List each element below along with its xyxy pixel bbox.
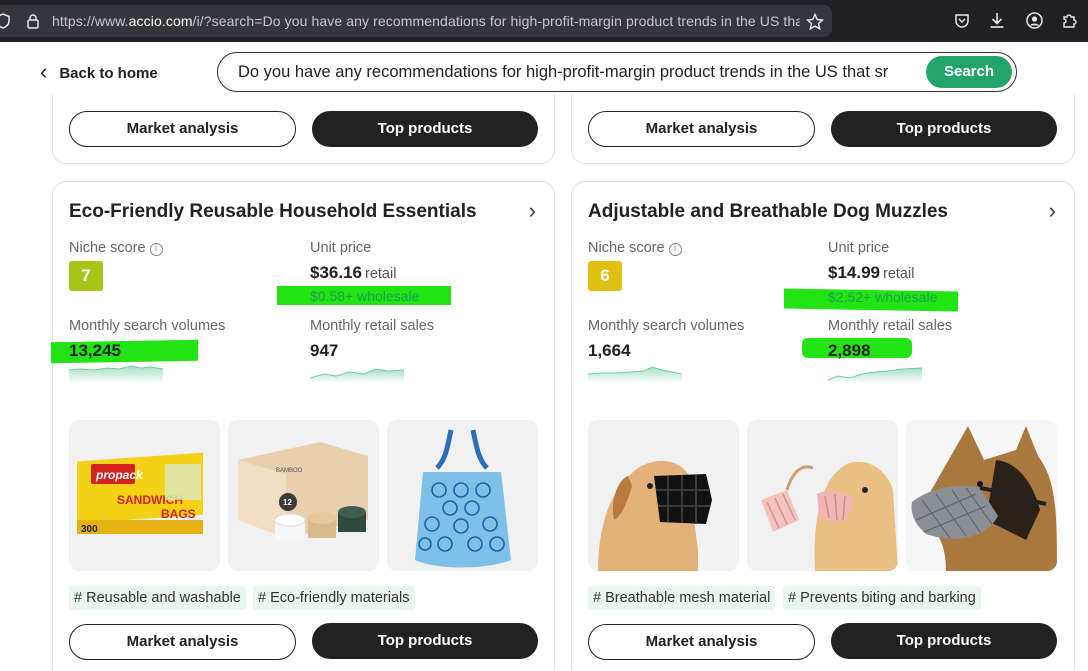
search-button[interactable]: Search [926,56,1012,88]
chevron-right-icon[interactable]: › [529,198,536,224]
retail-price: $36.16 retail [310,263,397,282]
svg-text:propack: propack [95,468,144,482]
browser-toolbar: https://www.accio.com/i/?search=Do you h… [0,0,1088,42]
download-icon[interactable] [989,12,1005,33]
tag-reusable[interactable]: # Reusable and washable [69,586,246,610]
product-image-pink-muzzle[interactable] [747,420,898,571]
product-image-toilet-paper[interactable]: BAMBOO 12 [228,420,379,571]
top-products-button[interactable]: Top products [312,111,538,147]
shield-icon[interactable] [0,13,10,33]
product-image-black-muzzle[interactable] [588,420,739,571]
product-image-sandwich-bags[interactable]: propack SANDWICH BAGS 300 [69,420,220,571]
search-volume-value: 1,664 [588,341,631,360]
back-to-home-link[interactable]: ‹ Back to home [40,58,158,85]
retail-sales-label: Monthly retail sales [310,318,435,334]
back-to-home-label: Back to home [59,64,158,82]
niche-score-badge: 6 [588,261,622,291]
svg-text:BAMBOO: BAMBOO [276,468,303,474]
previous-card-left: Market analysis Top products [52,94,555,164]
top-products-button[interactable]: Top products [312,623,538,659]
wholesale-price: $0.58+ wholesale [310,288,420,304]
wholesale-price: $2.52+ wholesale [828,289,938,305]
info-icon[interactable]: i [149,243,163,256]
search-volume-label: Monthly search volumes [69,318,226,334]
retail-sales-sparkline [828,367,922,382]
address-bar[interactable]: https://www.accio.com/i/?search=Do you h… [0,5,832,37]
svg-text:BAGS: BAGS [161,507,196,521]
retail-sales-value: 2,898 [828,341,871,360]
url-text[interactable]: https://www.accio.com/i/?search=Do you h… [52,13,800,29]
retail-sales-value: 947 [310,341,339,360]
niche-score-badge: 7 [69,261,103,291]
market-analysis-button[interactable]: Market analysis [69,111,296,147]
product-card-dog-muzzles[interactable]: Adjustable and Breathable Dog Muzzles › … [571,181,1075,671]
search-bar: Search [217,52,1017,92]
search-volume-sparkline [69,365,163,382]
search-volume-sparkline [588,366,682,382]
market-analysis-button[interactable]: Market analysis [588,624,815,660]
product-image-mesh-muzzle[interactable] [906,420,1057,571]
tag-breathable-mesh[interactable]: # Breathable mesh material [588,586,776,610]
tag-prevents-biting[interactable]: # Prevents biting and barking [783,586,981,610]
retail-price: $14.99 retail [828,263,915,282]
niche-score-label: Niche score i [69,240,163,256]
retail-sales-sparkline [310,368,404,382]
product-title[interactable]: Eco-Friendly Reusable Household Essentia… [69,201,477,223]
unit-price-label: Unit price [828,240,890,256]
account-icon[interactable] [1026,12,1043,33]
svg-text:300: 300 [81,524,98,535]
search-volume-value: 13,245 [69,341,121,360]
svg-text:12: 12 [283,498,292,507]
product-card-eco-friendly[interactable]: Eco-Friendly Reusable Household Essentia… [51,181,555,671]
chevron-right-icon[interactable]: › [1049,198,1056,224]
tag-eco-friendly[interactable]: # Eco-friendly materials [253,586,415,610]
top-products-button[interactable]: Top products [831,111,1057,147]
bookmark-star-icon[interactable] [805,12,825,35]
extensions-icon[interactable] [1061,12,1078,33]
search-input[interactable] [238,53,918,91]
niche-score-label: Niche score i [588,240,682,256]
lock-icon[interactable] [26,13,40,33]
search-volume-label: Monthly search volumes [588,318,745,334]
unit-price-label: Unit price [310,240,372,256]
chevron-left-icon: ‹ [40,58,48,84]
market-analysis-button[interactable]: Market analysis [69,624,296,660]
product-title[interactable]: Adjustable and Breathable Dog Muzzles [588,201,948,223]
product-image-tote-bag[interactable] [387,420,538,571]
top-products-button[interactable]: Top products [831,623,1057,659]
info-icon[interactable]: i [668,243,682,256]
market-analysis-button[interactable]: Market analysis [588,111,815,147]
previous-card-right: Market analysis Top products [571,94,1075,164]
retail-sales-label: Monthly retail sales [828,318,953,334]
pocket-icon[interactable] [954,13,970,33]
